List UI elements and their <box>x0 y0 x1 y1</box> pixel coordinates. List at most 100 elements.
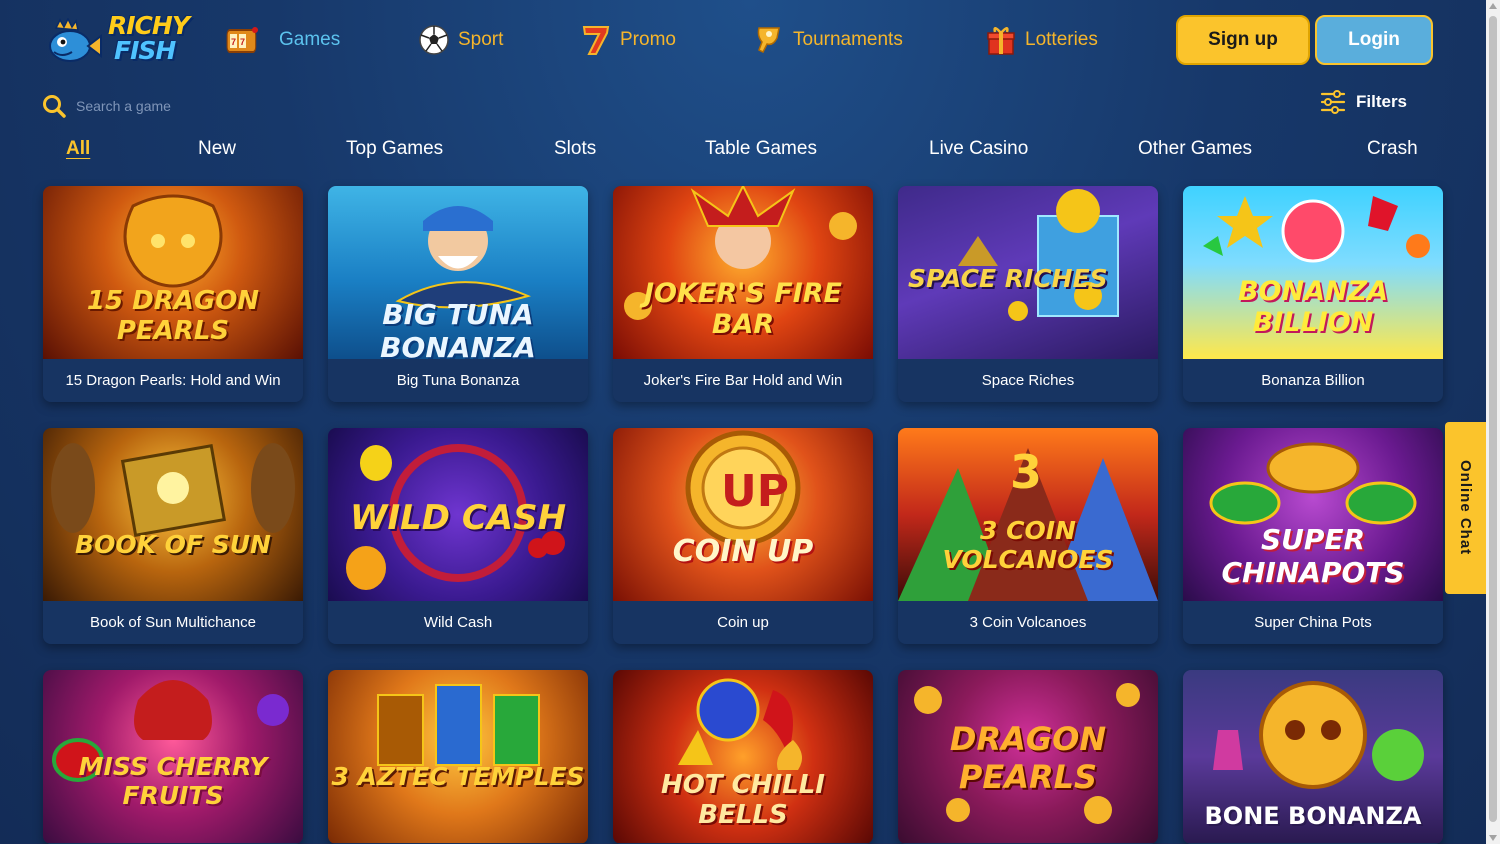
game-logo-text: DRAGON PEARLS <box>949 720 1107 796</box>
game-card[interactable]: MISS CHERRY FRUITS <box>43 670 303 844</box>
game-card[interactable]: 3 3 COIN VOLCANOES 3 Coin Volcanoes <box>898 428 1158 644</box>
game-logo-text: HOT CHILLI BELLS <box>661 770 825 830</box>
game-logo-text: COIN UP <box>672 534 814 569</box>
game-logo-text: BOOK OF SUN <box>75 530 271 559</box>
game-logo-text: BIG TUNA BONANZA <box>380 298 536 359</box>
fish-mascot-icon <box>49 18 102 62</box>
tab-new[interactable]: New <box>198 138 236 160</box>
page-scrollbar[interactable] <box>1486 0 1500 844</box>
game-title: Bonanza Billion <box>1183 359 1443 402</box>
game-card[interactable]: UP COIN UP Coin up <box>613 428 873 644</box>
tab-other-games[interactable]: Other Games <box>1138 138 1252 160</box>
game-thumbnail: BONE BONANZA <box>1183 670 1443 843</box>
trophy-icon <box>757 27 780 54</box>
game-title: Wild Cash <box>328 601 588 644</box>
seven-icon <box>582 26 610 55</box>
tab-slots[interactable]: Slots <box>554 138 596 160</box>
book-icon <box>51 443 295 537</box>
nav-tournaments-label: Tournaments <box>793 29 903 50</box>
game-logo-text: WILD CASH <box>349 498 567 538</box>
scroll-up-arrow-icon[interactable] <box>1489 3 1497 9</box>
tab-all[interactable]: All <box>66 138 90 160</box>
game-thumbnail: BIG TUNA BONANZA <box>328 186 588 359</box>
nav-sport[interactable]: Sport <box>418 22 503 58</box>
online-chat-tab[interactable]: Online Chat <box>1445 422 1486 594</box>
game-title: Coin up <box>613 601 873 644</box>
game-card[interactable]: DRAGON PEARLS <box>898 670 1158 844</box>
scroll-down-arrow-icon[interactable] <box>1489 835 1497 841</box>
svg-text:3: 3 <box>1010 445 1042 499</box>
game-card[interactable]: BONANZA BILLION Bonanza Billion <box>1183 186 1443 402</box>
nav-lotteries[interactable]: Lotteries <box>985 22 1098 58</box>
nav-promo-label: Promo <box>620 29 676 50</box>
filters-button[interactable]: Filters <box>1320 88 1407 116</box>
game-thumbnail: 3 AZTEC TEMPLES <box>328 670 588 843</box>
game-title: Space Riches <box>898 359 1158 402</box>
signup-button[interactable]: Sign up <box>1176 15 1310 65</box>
nav-tournaments[interactable]: Tournaments <box>753 22 903 58</box>
tab-crash[interactable]: Crash <box>1367 138 1418 160</box>
game-card[interactable]: JOKER'S FIRE BAR Joker's Fire Bar Hold a… <box>613 186 873 402</box>
search-input[interactable] <box>76 98 316 114</box>
nav-lotteries-label: Lotteries <box>1025 29 1098 50</box>
game-card[interactable]: BOOK OF SUN Book of Sun Multichance <box>43 428 303 644</box>
game-card[interactable]: SUPER CHINAPOTS Super China Pots <box>1183 428 1443 644</box>
tab-table-games[interactable]: Table Games <box>705 138 817 160</box>
game-logo-text: SUPER CHINAPOTS <box>1221 523 1405 589</box>
sliders-icon <box>1320 90 1346 114</box>
svg-text:7: 7 <box>231 37 236 47</box>
game-logo-text: JOKER'S FIRE BAR <box>644 278 842 340</box>
game-thumbnail: DRAGON PEARLS <box>898 670 1158 843</box>
game-title: 15 Dragon Pearls: Hold and Win <box>43 359 303 402</box>
temple-icon <box>377 684 540 766</box>
nav-sport-label: Sport <box>458 29 504 50</box>
game-thumbnail: HOT CHILLI BELLS <box>613 670 873 843</box>
game-thumbnail: MISS CHERRY FRUITS <box>43 670 303 843</box>
search-bar <box>42 90 316 122</box>
game-title: Book of Sun Multichance <box>43 601 303 644</box>
filters-label: Filters <box>1356 92 1408 111</box>
game-card[interactable]: 15 DRAGON PEARLS 15 Dragon Pearls: Hold … <box>43 186 303 402</box>
game-thumbnail: WILD CASH <box>328 428 588 601</box>
game-logo-text: BONANZA BILLION <box>1237 276 1389 338</box>
login-button[interactable]: Login <box>1315 15 1433 65</box>
tab-top-games[interactable]: Top Games <box>346 138 443 160</box>
search-icon[interactable] <box>42 94 66 118</box>
soccer-ball-icon <box>419 25 449 55</box>
nav-games[interactable]: 7 7 Games <box>213 22 340 58</box>
svg-text:7: 7 <box>240 37 245 47</box>
coin-icon: UP <box>685 430 801 546</box>
game-logo-text: MISS CHERRY FRUITS <box>78 752 268 810</box>
game-logo-text: 3 COIN VOLCANOES <box>942 516 1114 574</box>
game-logo-text: BONE BONANZA <box>1204 802 1422 830</box>
game-thumbnail: SUPER CHINAPOTS <box>1183 428 1443 601</box>
game-thumbnail: BOOK OF SUN <box>43 428 303 601</box>
game-thumbnail: 15 DRAGON PEARLS <box>43 186 303 359</box>
nav-promo[interactable]: Promo <box>580 22 676 58</box>
category-tabs: All New Top Games Slots Table Games Live… <box>0 138 1486 166</box>
game-title: 3 Coin Volcanoes <box>898 601 1158 644</box>
game-logo-text: 15 DRAGON PEARLS <box>86 286 260 346</box>
game-thumbnail: BONANZA BILLION <box>1183 186 1443 359</box>
game-thumbnail: SPACE RICHES <box>898 186 1158 359</box>
game-card[interactable]: WILD CASH Wild Cash <box>328 428 588 644</box>
game-card[interactable]: HOT CHILLI BELLS <box>613 670 873 844</box>
gift-icon <box>987 27 1015 55</box>
game-thumbnail: UP COIN UP <box>613 428 873 601</box>
game-thumbnail: JOKER'S FIRE BAR <box>613 186 873 359</box>
game-card[interactable]: SPACE RICHES Space Riches <box>898 186 1158 402</box>
game-title: Super China Pots <box>1183 601 1443 644</box>
game-thumbnail: 3 3 COIN VOLCANOES <box>898 428 1158 601</box>
logo-wordmark: RICHY FISH <box>108 11 190 65</box>
online-chat-label: Online Chat <box>1457 460 1474 556</box>
game-card[interactable]: 3 AZTEC TEMPLES <box>328 670 588 844</box>
scroll-thumb[interactable] <box>1489 16 1497 822</box>
richy-fish-logo[interactable]: RICHY FISH <box>42 10 194 70</box>
tab-live-casino[interactable]: Live Casino <box>929 138 1028 160</box>
slot-machine-icon: 7 7 <box>226 27 258 53</box>
game-card[interactable]: BONE BONANZA <box>1183 670 1443 844</box>
game-title: Joker's Fire Bar Hold and Win <box>613 359 873 402</box>
nav-games-label: Games <box>279 29 341 50</box>
game-title: Big Tuna Bonanza <box>328 359 588 402</box>
game-card[interactable]: BIG TUNA BONANZA Big Tuna Bonanza <box>328 186 588 402</box>
